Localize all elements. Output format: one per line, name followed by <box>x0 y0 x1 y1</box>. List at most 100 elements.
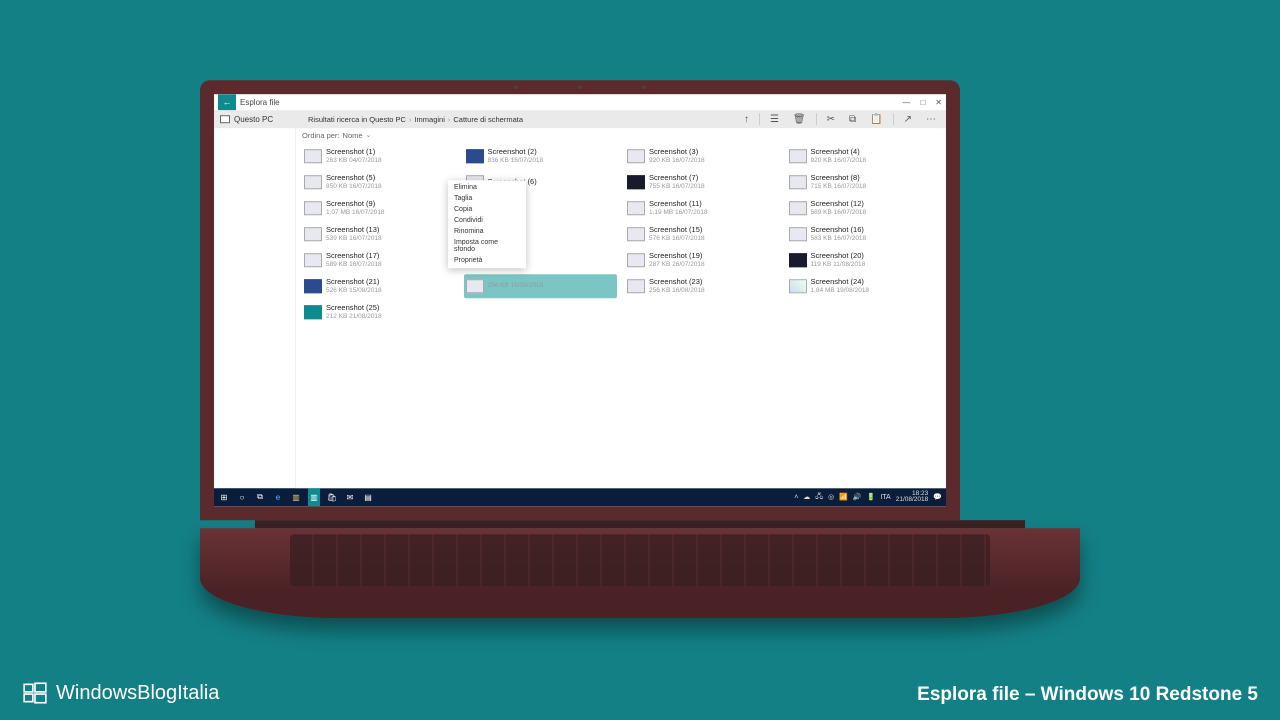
file-thumbnail <box>627 149 645 163</box>
file-item[interactable]: Screenshot (24) 1,84 MB 19/08/2018 <box>787 274 941 298</box>
file-meta: 576 KB 16/07/2018 <box>649 235 705 242</box>
file-item[interactable]: Screenshot (23) 256 KB 16/08/2018 <box>625 274 779 298</box>
file-item[interactable]: Screenshot (20) 119 KB 11/08/2018 <box>787 248 941 272</box>
file-name: Screenshot (13) <box>326 227 382 235</box>
system-tray[interactable]: ˄ ☁ 🖧 ◎ 📶 🔊 🔋 ITA 18:23 21/08/2018 💬 <box>794 491 942 504</box>
screen: ← Esplora file — □ ✕ Questo PC Risultati… <box>214 94 946 506</box>
share-icon[interactable]: ↗ <box>900 114 916 125</box>
context-menu-item[interactable]: Condividi <box>448 215 526 226</box>
start-button[interactable]: ⊞ <box>218 493 230 502</box>
tray-chevron-icon[interactable]: ˄ <box>794 494 798 501</box>
file-meta: 836 KB 16/07/2018 <box>488 157 544 164</box>
store-icon[interactable]: 🛍 <box>326 493 338 502</box>
sidebar-current[interactable]: Questo PC <box>234 115 273 124</box>
wifi-icon[interactable]: 📶 <box>839 493 848 501</box>
back-button[interactable]: ← <box>218 94 236 110</box>
file-item[interactable]: Screenshot (21) 526 KB 15/08/2018 <box>302 274 456 298</box>
file-name: Screenshot (19) <box>649 253 705 261</box>
keyboard <box>200 528 1080 618</box>
file-item[interactable]: Screenshot (5) 850 KB 16/07/2018 <box>302 170 456 194</box>
file-item[interactable]: Screenshot (16) 583 KB 16/07/2018 <box>787 222 941 246</box>
volume-icon[interactable]: 🔊 <box>853 493 862 501</box>
taskview-icon[interactable]: ⧉ <box>254 492 266 502</box>
breadcrumb[interactable]: Risultati ricerca in Questo PC› Immagini… <box>308 115 523 124</box>
file-item[interactable]: Screenshot (3) 920 KB 16/07/2018 <box>625 144 779 168</box>
network-icon[interactable]: 🖧 <box>815 492 823 503</box>
file-meta: 920 KB 16/07/2018 <box>811 157 867 164</box>
sidebar[interactable] <box>214 128 296 488</box>
context-menu-item[interactable]: Elimina <box>448 182 526 193</box>
file-thumbnail <box>304 279 322 293</box>
file-name: Screenshot (15) <box>649 227 705 235</box>
cut-icon[interactable]: ✂ <box>823 114 839 125</box>
view-list-icon[interactable]: ☰ <box>766 114 783 125</box>
copy-icon[interactable]: ⧉ <box>845 114 860 125</box>
file-meta: 1,84 MB 19/08/2018 <box>811 287 870 294</box>
more-icon[interactable]: ⋯ <box>922 114 940 125</box>
file-item[interactable]: Screenshot (7) 755 KB 16/07/2018 <box>625 170 779 194</box>
file-meta: 589 KB 16/07/2018 <box>326 261 382 268</box>
file-thumbnail <box>304 227 322 241</box>
file-item[interactable]: Screenshot (19) 287 KB 26/07/2018 <box>625 248 779 272</box>
file-item[interactable]: Screenshot (4) 920 KB 16/07/2018 <box>787 144 941 168</box>
context-menu-item[interactable]: Imposta come sfondo <box>448 237 526 255</box>
context-menu-item[interactable]: Copia <box>448 204 526 215</box>
context-menu-item[interactable]: Proprietà <box>448 255 526 266</box>
context-menu-item[interactable]: Rinomina <box>448 226 526 237</box>
notifications-icon[interactable]: 💬 <box>933 493 942 501</box>
file-meta: 1,07 MB 16/07/2018 <box>326 209 385 216</box>
file-meta: 589 KB 16/07/2018 <box>811 209 867 216</box>
file-thumbnail <box>789 149 807 163</box>
file-name: Screenshot (3) <box>649 149 705 157</box>
file-item[interactable]: Screenshot (17) 589 KB 16/07/2018 <box>302 248 456 272</box>
file-name: Screenshot (8) <box>811 175 867 183</box>
file-item[interactable]: Screenshot (13) 539 KB 16/07/2018 <box>302 222 456 246</box>
file-thumbnail <box>304 175 322 189</box>
file-thumbnail <box>304 305 322 319</box>
file-name: Screenshot (7) <box>649 175 705 183</box>
file-meta: 256 KB 16/08/2018 <box>488 283 544 290</box>
clock[interactable]: 18:23 21/08/2018 <box>896 491 929 504</box>
cortana-icon[interactable]: ○ <box>236 493 248 502</box>
file-name: Screenshot (2) <box>488 149 544 157</box>
file-meta: 755 KB 16/07/2018 <box>649 183 705 190</box>
minimize-button[interactable]: — <box>902 98 910 107</box>
taskbar: ⊞ ○ ⧉ e ▥ ▥ 🛍 ✉ ▤ ˄ ☁ 🖧 ◎ 📶 🔊 🔋 I <box>214 488 946 506</box>
file-item[interactable]: Screenshot (15) 576 KB 16/07/2018 <box>625 222 779 246</box>
file-meta: 583 KB 16/07/2018 <box>811 235 867 242</box>
up-icon[interactable]: ↑ <box>740 114 753 125</box>
onedrive-icon[interactable]: ☁ <box>803 493 810 501</box>
file-name: Screenshot (9) <box>326 201 385 209</box>
maximize-button[interactable]: □ <box>920 98 925 107</box>
file-name: Screenshot (23) <box>649 279 705 287</box>
battery-icon[interactable]: 🔋 <box>867 493 876 501</box>
file-thumbnail <box>627 201 645 215</box>
context-menu-item[interactable]: Taglia <box>448 193 526 204</box>
file-item[interactable]: 256 KB 16/08/2018 <box>464 274 618 298</box>
mail-icon[interactable]: ✉ <box>344 493 356 502</box>
delete-icon[interactable]: 🗑 <box>789 114 810 125</box>
edge-icon[interactable]: e <box>272 493 284 502</box>
app-icon[interactable]: ▤ <box>362 493 374 502</box>
file-thumbnail <box>627 253 645 267</box>
main-pane: Ordina per: Nome ⌄ Screenshot (1) 263 KB… <box>296 128 946 488</box>
file-item[interactable]: Screenshot (1) 263 KB 04/07/2018 <box>302 144 456 168</box>
location-icon[interactable]: ◎ <box>828 493 834 501</box>
file-thumbnail <box>466 279 484 293</box>
file-item[interactable]: Screenshot (11) 1,19 MB 16/07/2018 <box>625 196 779 220</box>
file-item[interactable]: Screenshot (2) 836 KB 16/07/2018 <box>464 144 618 168</box>
active-app-icon[interactable]: ▥ <box>308 488 320 506</box>
sort-bar[interactable]: Ordina per: Nome ⌄ <box>296 128 946 142</box>
file-name: Screenshot (24) <box>811 279 870 287</box>
file-thumbnail <box>304 253 322 267</box>
laptop-mockup: ← Esplora file — □ ✕ Questo PC Risultati… <box>200 80 1080 618</box>
file-item[interactable]: Screenshot (25) 212 KB 21/08/2018 <box>302 300 456 324</box>
file-item[interactable]: Screenshot (8) 715 KB 16/07/2018 <box>787 170 941 194</box>
explorer-icon[interactable]: ▥ <box>290 493 302 502</box>
file-meta: 920 KB 16/07/2018 <box>649 157 705 164</box>
file-item[interactable]: Screenshot (9) 1,07 MB 16/07/2018 <box>302 196 456 220</box>
language-indicator[interactable]: ITA <box>880 494 890 501</box>
close-button[interactable]: ✕ <box>935 98 942 107</box>
paste-icon[interactable]: 📋 <box>866 114 886 125</box>
file-item[interactable]: Screenshot (12) 589 KB 16/07/2018 <box>787 196 941 220</box>
